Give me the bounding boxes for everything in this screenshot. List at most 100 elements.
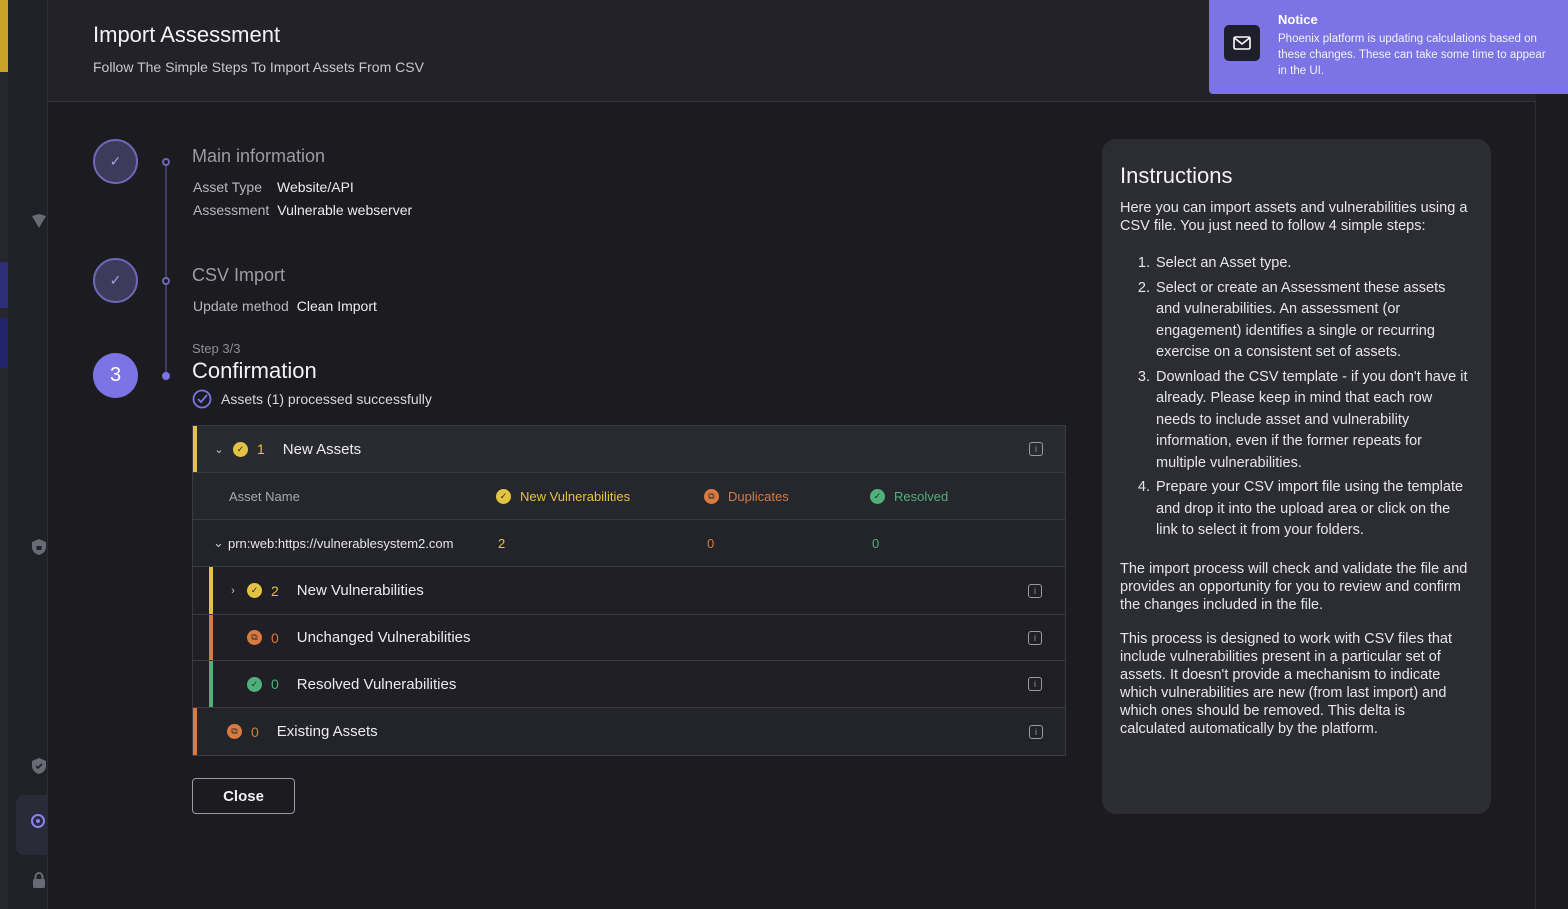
new-vulnerabilities-row[interactable]: › ✓ 2 New Vulnerabilities i [193, 567, 1065, 615]
new-vulnerabilities-label: New Vulnerabilities [296, 582, 424, 599]
step-2-title: CSV Import [192, 265, 286, 285]
app-sidebar [0, 0, 52, 909]
list-item: 4. Prepare your CSV import file using the… [1137, 479, 1464, 538]
status-bar [209, 567, 213, 614]
info-icon[interactable]: i [1028, 630, 1042, 645]
notice-body: Phoenix platform is updating calculation… [1278, 33, 1546, 77]
close-button[interactable]: Close [192, 778, 295, 814]
notice-toast[interactable]: Notice Phoenix platform is updating calc… [1209, 0, 1568, 94]
instructions-panel: Instructions Here you can import assets … [1102, 139, 1491, 814]
assessment-value: Vulnerable webserver [277, 202, 413, 218]
step-2-complete: ✓ [93, 258, 138, 303]
instructions-paragraph: The import process will check and valida… [1120, 560, 1468, 613]
status-bar [193, 426, 197, 472]
list-item: 3. Download the CSV template - if you don… [1137, 368, 1468, 471]
col-new-vulnerabilities: ✓ New Vulnerabilities [496, 488, 631, 504]
duplicate-icon: ⧉ [704, 488, 719, 504]
success-check-icon [192, 389, 212, 409]
chevron-down-icon[interactable]: ⌄ [213, 535, 224, 551]
sidebar-accent [0, 318, 8, 368]
stepper-line [165, 162, 167, 376]
stepper-dot [162, 277, 170, 285]
check-icon: ✓ [109, 272, 122, 288]
duplicate-icon: ⧉ [227, 724, 242, 739]
lock-icon[interactable] [28, 871, 50, 893]
import-results: ⌄ ✓ 1 New Assets i Asset Name ✓ New Vuln… [192, 425, 1066, 756]
new-assets-row[interactable]: ⌄ ✓ 1 New Assets i [193, 426, 1065, 473]
asset-name-cell: prn:web:https://vulnerablesystem2.com [228, 535, 454, 551]
shield-icon[interactable] [28, 212, 50, 234]
stepper-dot [162, 158, 170, 166]
status-bar [209, 615, 213, 660]
col-resolved: ✓ Resolved [870, 488, 949, 504]
shield-check-icon[interactable] [28, 757, 50, 779]
asset-type-value: Website/API [277, 179, 354, 195]
sidebar-accent [0, 262, 8, 308]
instructions-intro: Here you can import assets and vulnerabi… [1120, 200, 1468, 234]
success-text: Assets (1) processed successfully [221, 391, 432, 407]
status-bar [193, 708, 197, 755]
new-vulnerabilities-count: 2 [271, 582, 279, 599]
new-assets-count: 1 [257, 441, 265, 457]
step-1-title: Main information [192, 146, 326, 166]
col-new-vulnerabilities-label: New Vulnerabilities [520, 488, 631, 504]
step-1-complete: ✓ [93, 139, 138, 184]
unchanged-vulnerabilities-count: 0 [271, 629, 279, 646]
search-icon[interactable] [28, 813, 50, 835]
assessment-field: Assessment Vulnerable webserver [193, 202, 412, 218]
table-row[interactable]: ⌄ prn:web:https://vulnerablesystem2.com … [193, 520, 1065, 567]
duplicates-cell: 0 [707, 535, 715, 551]
check-icon: ✓ [109, 153, 122, 169]
instructions-steps: 1. Select an Asset type. 2. Select or crea… [1120, 253, 1473, 542]
asset-type-field: Asset Type Website/API [193, 179, 354, 195]
sidebar-accent [0, 0, 8, 72]
chevron-down-icon[interactable]: ⌄ [213, 443, 225, 456]
instructions-title: Instructions [1120, 163, 1233, 188]
col-resolved-label: Resolved [894, 488, 949, 504]
info-icon[interactable]: i [1029, 442, 1043, 456]
info-icon[interactable]: i [1029, 724, 1043, 739]
step-3-active: 3 [93, 353, 138, 398]
resolved-cell: 0 [872, 535, 880, 551]
sidebar-edge [0, 0, 8, 909]
unchanged-vulnerabilities-row[interactable]: ⧉ 0 Unchanged Vulnerabilities i [193, 615, 1065, 661]
stepper-dot [162, 372, 170, 380]
info-icon[interactable]: i [1028, 677, 1042, 691]
unchanged-vulnerabilities-label: Unchanged Vulnerabilities [296, 629, 471, 646]
existing-assets-row[interactable]: ⧉ 0 Existing Assets i [193, 708, 1065, 755]
new-status-icon: ✓ [233, 441, 248, 457]
mail-icon [1224, 25, 1260, 61]
instructions-paragraph: This process is designed to work with CS… [1120, 630, 1453, 737]
list-item: 2. Select or create an Assessment these a… [1137, 279, 1446, 361]
chevron-right-icon[interactable]: › [227, 585, 239, 597]
existing-assets-label: Existing Assets [276, 723, 378, 740]
existing-assets-count: 0 [251, 723, 259, 740]
resolved-vulnerabilities-label: Resolved Vulnerabilities [296, 675, 457, 693]
import-assessment-modal: Import Assessment Follow The Simple Step… [48, 0, 1536, 909]
success-message: Assets (1) processed successfully [192, 389, 432, 409]
update-method-value: Clean Import [296, 298, 377, 314]
duplicate-icon: ⧉ [247, 630, 262, 645]
new-status-icon: ✓ [496, 488, 511, 504]
step-3-number: 3 [109, 364, 122, 386]
assets-table-header: Asset Name ✓ New Vulnerabilities ⧉ Dupli… [193, 473, 1065, 520]
notice-title: Notice [1278, 12, 1318, 27]
resolved-icon: ✓ [247, 676, 262, 692]
new-status-icon: ✓ [247, 583, 262, 598]
col-duplicates: ⧉ Duplicates [704, 488, 789, 504]
info-icon[interactable]: i [1028, 583, 1042, 598]
modal-subtitle: Follow The Simple Steps To Import Assets… [93, 59, 424, 75]
update-method-label: Update method [193, 298, 289, 314]
new-assets-label: New Assets [282, 440, 362, 458]
update-method-field: Update method Clean Import [193, 298, 377, 314]
resolved-vulnerabilities-row[interactable]: ✓ 0 Resolved Vulnerabilities i [193, 661, 1065, 708]
status-bar [209, 661, 213, 707]
col-asset-name: Asset Name [229, 488, 300, 504]
lock-shield-icon[interactable] [28, 538, 50, 560]
assessment-label: Assessment [193, 202, 270, 218]
new-vulns-cell: 2 [498, 535, 506, 551]
col-duplicates-label: Duplicates [728, 488, 789, 504]
confirmation-title: Confirmation [192, 358, 317, 383]
resolved-icon: ✓ [870, 488, 885, 504]
resolved-vulnerabilities-count: 0 [271, 676, 279, 692]
